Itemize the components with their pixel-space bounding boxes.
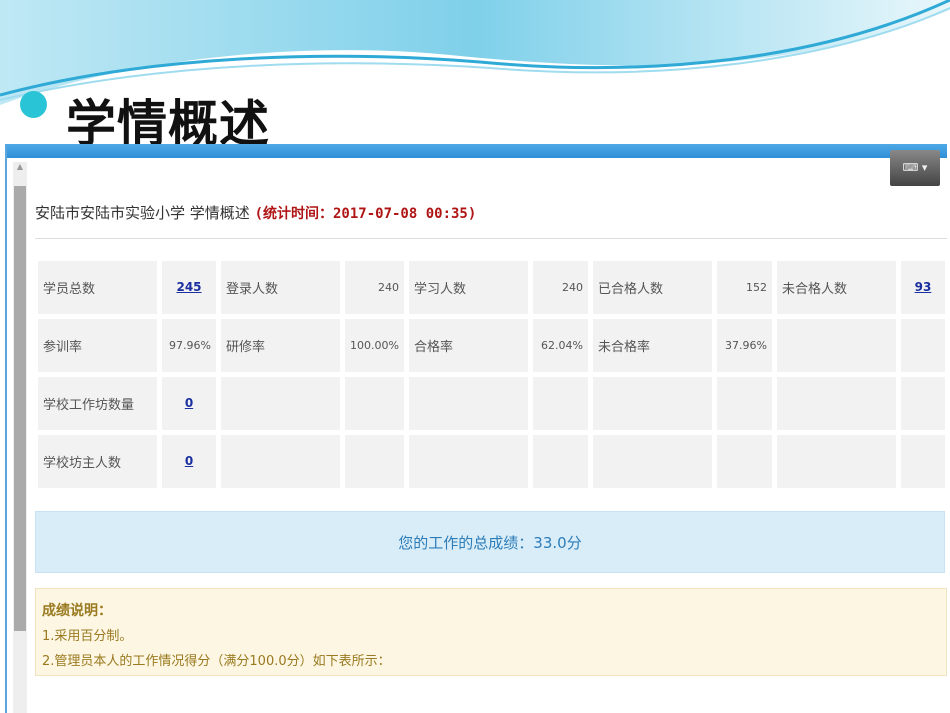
note-item: 1.采用百分制。: [42, 629, 133, 644]
stat-time: (统计时间：2017-07-08 00:35): [254, 206, 477, 222]
stat-label: 研修率: [221, 319, 340, 372]
stat-label: [776, 377, 896, 430]
stat-value-link[interactable]: 0: [185, 396, 193, 410]
stat-label: [592, 435, 712, 488]
scroll-up-icon[interactable]: ▲: [13, 162, 27, 171]
stat-value: [716, 377, 772, 430]
table-row: 学校工作坊数量 0: [38, 377, 945, 430]
stat-label: [592, 377, 712, 430]
stat-label: 未合格率: [592, 319, 712, 372]
stat-value: [716, 435, 772, 488]
stat-value: [532, 435, 588, 488]
stat-value-link[interactable]: 0: [185, 454, 193, 468]
stat-value: 152: [716, 261, 772, 314]
stat-value: [532, 377, 588, 430]
stat-label: 学员总数: [38, 261, 157, 314]
stat-label: 未合格人数: [776, 261, 896, 314]
stat-label: [408, 435, 528, 488]
stat-value: [900, 377, 945, 430]
screenshot-frame: ⌨ ▾ ▲ 安陆市安陆市实验小学 学情概述 (统计时间：2017-07-08 0…: [5, 144, 947, 713]
stat-value: 37.96%: [716, 319, 772, 372]
page-heading: 安陆市安陆市实验小学 学情概述 (统计时间：2017-07-08 00:35): [35, 202, 476, 223]
stat-value: 240: [345, 261, 404, 314]
stat-value: 93: [900, 261, 945, 314]
stats-table: 学员总数 245 登录人数 240 学习人数 240 已合格人数 152 未合格人数 93 参训率 9…: [33, 256, 950, 493]
note-title: 成绩说明：: [42, 603, 112, 619]
stat-label: [776, 319, 896, 372]
stat-value: [345, 377, 404, 430]
stat-label: 参训率: [38, 319, 157, 372]
stat-value: [345, 435, 404, 488]
stat-label: [221, 435, 340, 488]
stat-value: 62.04%: [532, 319, 588, 372]
scrollbar-thumb[interactable]: [14, 186, 26, 631]
note-item: 2.管理员本人的工作情况得分（满分100.0分）如下表所示：: [42, 654, 391, 669]
scrollbar[interactable]: ▲: [13, 162, 27, 713]
stat-value: 0: [162, 377, 216, 430]
stat-label: 学校坊主人数: [38, 435, 157, 488]
title-bullet-dot: [20, 91, 47, 118]
browser-top-bar: [7, 144, 947, 158]
divider: [35, 238, 947, 239]
stat-label: 学习人数: [408, 261, 528, 314]
table-row: 参训率 97.96% 研修率 100.00% 合格率 62.04% 未合格率 37.96%: [38, 319, 945, 372]
total-score-banner: 您的工作的总成绩：33.0分: [35, 511, 945, 573]
stat-label: [408, 377, 528, 430]
stat-value: 245: [162, 261, 216, 314]
stat-value: [900, 319, 945, 372]
keyboard-icon[interactable]: ⌨ ▾: [890, 150, 940, 186]
stat-value-link[interactable]: 245: [176, 280, 201, 294]
table-row: 学校坊主人数 0: [38, 435, 945, 488]
stat-value: 240: [532, 261, 588, 314]
stat-value: [900, 435, 945, 488]
stat-value: 100.00%: [345, 319, 404, 372]
stat-value: 0: [162, 435, 216, 488]
stat-label: [221, 377, 340, 430]
stat-label: 已合格人数: [592, 261, 712, 314]
stat-label: 合格率: [408, 319, 528, 372]
score-note: 成绩说明： 1.采用百分制。 2.管理员本人的工作情况得分（满分100.0分）如…: [35, 588, 947, 676]
table-row: 学员总数 245 登录人数 240 学习人数 240 已合格人数 152 未合格人数 93: [38, 261, 945, 314]
stat-value-link[interactable]: 93: [915, 280, 932, 294]
stat-label: 登录人数: [221, 261, 340, 314]
stat-label: 学校工作坊数量: [38, 377, 157, 430]
school-title: 安陆市安陆市实验小学 学情概述: [35, 204, 250, 222]
stat-value: 97.96%: [162, 319, 216, 372]
stat-label: [776, 435, 896, 488]
